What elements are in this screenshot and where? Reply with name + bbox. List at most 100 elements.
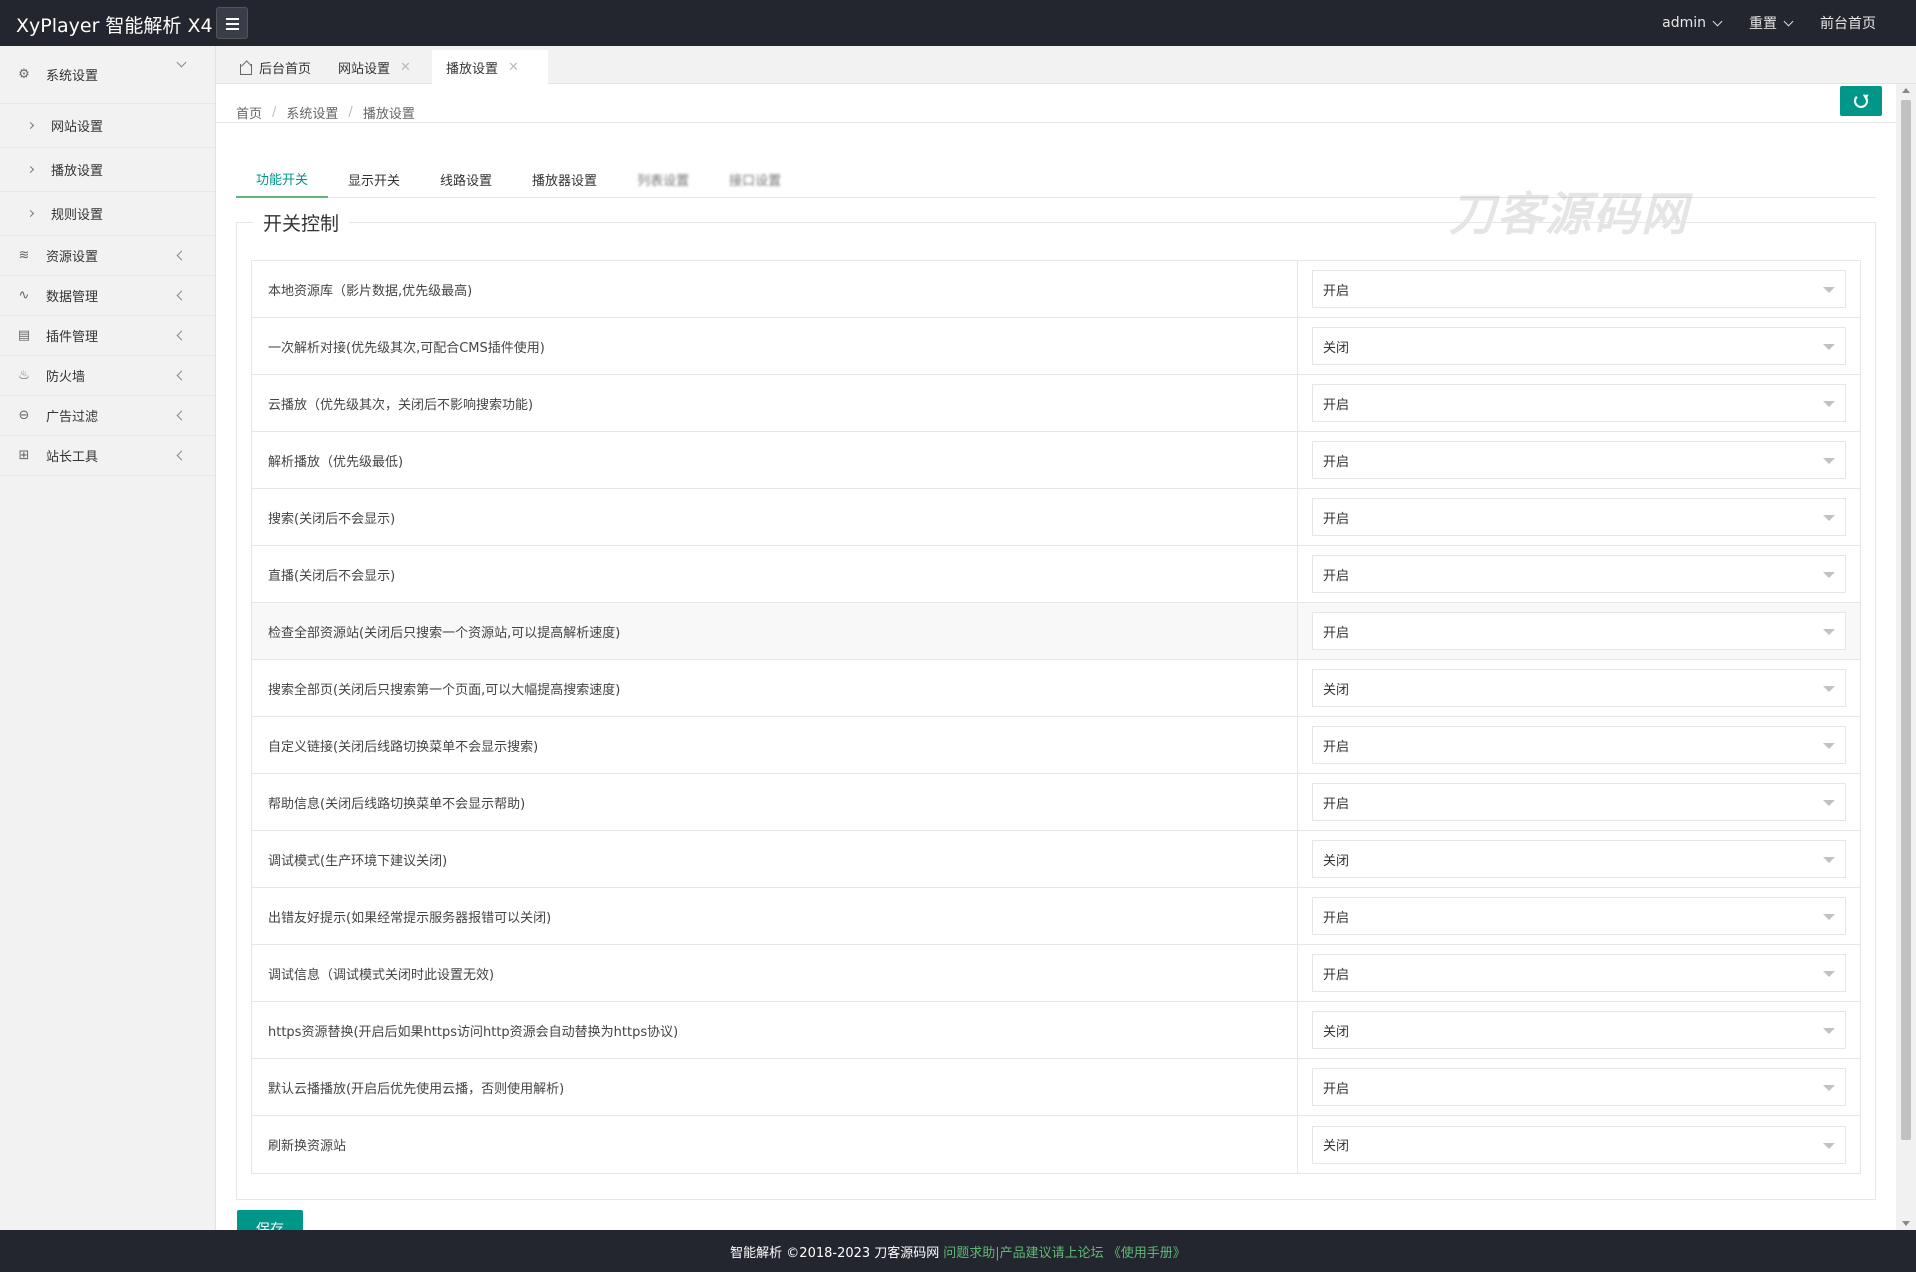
toggle-select[interactable]: 开启 (1312, 612, 1846, 650)
sidebar-item-system-settings[interactable]: ⚙ 系统设置 (0, 46, 215, 104)
form-label: 搜索全部页(关闭后只搜索第一个页面,可以大幅提高搜索速度) (252, 660, 1298, 716)
scrollbar-thumb[interactable] (1901, 100, 1911, 1140)
toggle-select[interactable]: 开启 (1312, 1068, 1846, 1106)
refresh-button[interactable] (1840, 86, 1882, 116)
gear-icon: ⚙ (18, 67, 30, 82)
sidebar-item-label: 资源设置 (46, 250, 99, 265)
menu-icon-bar (226, 23, 239, 25)
form-label: 调试模式(生产环境下建议关闭) (252, 831, 1298, 887)
reset-menu[interactable]: 重置 (1749, 13, 1794, 33)
form-control: 开启 (1298, 774, 1860, 830)
breadcrumb-system-settings[interactable]: 系统设置 (286, 103, 338, 122)
chevron-left-icon (176, 410, 187, 421)
select-value: 关闭 (1323, 1024, 1350, 1040)
toggle-select[interactable]: 开启 (1312, 441, 1846, 479)
caret-down-icon (1823, 743, 1835, 749)
chevron-down-icon (176, 57, 187, 68)
menu-toggle-button[interactable] (216, 7, 248, 39)
caret-down-icon (1823, 515, 1835, 521)
form-control: 开启 (1298, 375, 1860, 431)
form-label: 解析播放（优先级最低) (252, 432, 1298, 488)
tab-player-settings[interactable]: 播放器设置 (512, 160, 617, 198)
footer-help-link[interactable]: 问题求助|产品建议请上论坛 《使用手册》 (943, 1242, 1186, 1261)
scroll-down-icon[interactable] (1902, 1221, 1910, 1226)
form-control: 关闭 (1298, 831, 1860, 887)
sidebar-item-ad-filter[interactable]: ⊖ 广告过滤 (0, 396, 215, 436)
toggle-select[interactable]: 开启 (1312, 384, 1846, 422)
tab-api-settings[interactable]: 接口设置 (709, 160, 801, 198)
sidebar-item-firewall[interactable]: ♨ 防火墙 (0, 356, 215, 396)
menu-icon-bar (226, 28, 239, 30)
top-header: XyPlayer 智能解析 X4 admin 重置 前台首页 (0, 0, 1916, 46)
app-logo[interactable]: XyPlayer 智能解析 X4 (16, 11, 213, 38)
sidebar-item-label: 站长工具 (46, 450, 99, 465)
caret-down-icon (1823, 1142, 1835, 1149)
toggle-select[interactable]: 开启 (1312, 783, 1846, 821)
toggle-select[interactable]: 关闭 (1312, 840, 1846, 878)
form-row: 刷新换资源站 关闭 (252, 1116, 1860, 1173)
front-home-link[interactable]: 前台首页 (1820, 13, 1876, 33)
switch-form: 本地资源库（影片数据,优先级最高) 开启 一次解析对接(优先级其次,可配合CMS插件… (251, 260, 1861, 1174)
form-control: 开启 (1298, 717, 1860, 773)
select-value: 开启 (1323, 739, 1350, 755)
caret-down-icon (1823, 572, 1835, 578)
breadcrumb-separator: / (348, 104, 353, 120)
tab-site-settings[interactable]: 网站设置 ✕ (324, 50, 425, 84)
form-label: 帮助信息(关闭后线路切换菜单不会显示帮助) (252, 774, 1298, 830)
sidebar-item-plugin-management[interactable]: ▤ 插件管理 (0, 316, 215, 356)
tab-display-switch[interactable]: 显示开关 (328, 160, 420, 198)
toggle-select[interactable]: 开启 (1312, 555, 1846, 593)
tab-admin-home[interactable]: 后台首页 (226, 50, 325, 84)
form-label: 调试信息（调试模式关闭时此设置无效) (252, 945, 1298, 1001)
toggle-select[interactable]: 开启 (1312, 954, 1846, 992)
form-row: 出错友好提示(如果经常提示服务器报错可以关闭) 开启 (252, 888, 1860, 945)
chevron-left-icon (176, 290, 187, 301)
sidebar-item-webmaster-tools[interactable]: ⊞ 站长工具 (0, 436, 215, 476)
toggle-select[interactable]: 关闭 (1312, 1125, 1846, 1164)
sidebar-item-resource-settings[interactable]: ≋ 资源设置 (0, 236, 215, 276)
sidebar-item-label: 插件管理 (46, 330, 99, 345)
close-icon[interactable]: ✕ (508, 60, 519, 75)
toggle-select[interactable]: 开启 (1312, 726, 1846, 764)
main-panel: 首页 / 系统设置 / 播放设置 功能开关 显示开关 线路设置 播放器设置 列表… (216, 84, 1896, 1230)
caret-down-icon (1823, 344, 1835, 350)
tab-play-settings[interactable]: 播放设置 ✕ (432, 50, 548, 84)
breadcrumb-home[interactable]: 首页 (236, 103, 262, 122)
caret-down-icon (1823, 914, 1835, 920)
breadcrumb: 首页 / 系统设置 / 播放设置 (236, 92, 415, 132)
toggle-select[interactable]: 开启 (1312, 498, 1846, 536)
form-row: 直播(关闭后不会显示) 开启 (252, 546, 1860, 603)
form-row: 搜索全部页(关闭后只搜索第一个页面,可以大幅提高搜索速度) 关闭 (252, 660, 1860, 717)
sidebar-item-data-management[interactable]: ∿ 数据管理 (0, 276, 215, 316)
toggle-select[interactable]: 关闭 (1312, 669, 1846, 707)
select-value: 开启 (1323, 910, 1350, 926)
scroll-up-icon[interactable] (1902, 88, 1910, 93)
tab-function-switch[interactable]: 功能开关 (236, 160, 329, 198)
tab-route-settings[interactable]: 线路设置 (420, 160, 512, 198)
form-row: 调试模式(生产环境下建议关闭) 关闭 (252, 831, 1860, 888)
form-control: 关闭 (1298, 660, 1860, 716)
sidebar: ⚙ 系统设置 网站设置 播放设置 规则设置 ≋ 资源设置 ∿ 数据管理 ▤ 插件… (0, 46, 216, 1230)
sidebar-subitem-rule-settings[interactable]: 规则设置 (0, 192, 215, 236)
toggle-select[interactable]: 关闭 (1312, 1011, 1846, 1049)
close-icon[interactable]: ✕ (400, 60, 411, 75)
form-row: 搜索(关闭后不会显示) 开启 (252, 489, 1860, 546)
select-value: 开启 (1323, 511, 1350, 527)
refresh-icon (1854, 94, 1868, 108)
reset-label: 重置 (1749, 16, 1777, 32)
select-value: 关闭 (1323, 853, 1350, 869)
sidebar-subitem-play-settings[interactable]: 播放设置 (0, 148, 215, 192)
toggle-select[interactable]: 开启 (1312, 897, 1846, 935)
chevron-left-icon (176, 370, 187, 381)
user-menu[interactable]: admin (1662, 15, 1723, 31)
scrollbar[interactable] (1896, 84, 1916, 1230)
form-row: 默认云播播放(开启后优先使用云播，否则使用解析) 开启 (252, 1059, 1860, 1116)
sidebar-subitem-site-settings[interactable]: 网站设置 (0, 104, 215, 148)
tab-label: 网站设置 (338, 61, 391, 77)
tab-label: 播放设置 (446, 61, 499, 77)
save-button[interactable]: 保存 (237, 1210, 303, 1230)
toggle-select[interactable]: 开启 (1312, 270, 1846, 308)
tab-list-settings[interactable]: 列表设置 (617, 160, 709, 198)
sidebar-item-label: 系统设置 (46, 69, 99, 84)
toggle-select[interactable]: 关闭 (1312, 327, 1846, 365)
